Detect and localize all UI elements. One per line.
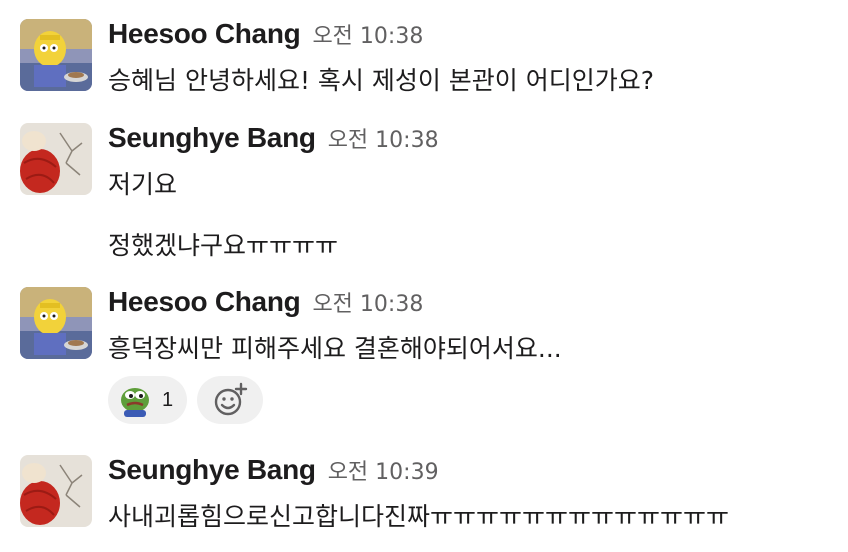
message-text: 정했겠냐구요ㅠㅠㅠㅠ bbox=[108, 231, 339, 260]
avatar-heesoo-chang[interactable] bbox=[20, 19, 92, 91]
author-name[interactable]: Heesoo Chang bbox=[108, 286, 301, 317]
cartoon-kid-avatar-icon bbox=[20, 19, 92, 91]
timestamp[interactable]: 오전 10:38 bbox=[312, 292, 423, 317]
message-header: Seunghye Bang 오전 10:38 bbox=[108, 122, 439, 154]
avatar-heesoo-chang[interactable] bbox=[20, 287, 92, 359]
timestamp[interactable]: 오전 10:38 bbox=[312, 24, 423, 49]
message-header: Heesoo Chang 오전 10:38 bbox=[108, 286, 423, 318]
cartoon-kid-avatar-icon bbox=[20, 287, 92, 359]
message-text: 승혜님 안녕하세요! 혹시 제성이 본관이 어디인가요? bbox=[108, 66, 655, 95]
add-reaction-icon bbox=[214, 382, 248, 416]
reaction-count: 1 bbox=[162, 388, 174, 411]
reaction-pill[interactable]: 1 bbox=[108, 376, 188, 424]
pepe-frog-icon bbox=[121, 388, 149, 417]
author-name[interactable]: Seunghye Bang bbox=[108, 122, 316, 153]
message-text: 저기요 bbox=[108, 170, 178, 199]
message-text: 흥덕장씨만 피해주세요 결혼해야되어서요... bbox=[108, 334, 562, 363]
add-reaction-button[interactable] bbox=[197, 376, 264, 424]
red-yarn-avatar-icon bbox=[20, 455, 92, 527]
author-name[interactable]: Seunghye Bang bbox=[108, 454, 316, 485]
message-text: 사내괴롭힘으로신고합니다진짜ㅠㅠㅠㅠㅠㅠㅠㅠㅠㅠㅠㅠㅠ bbox=[108, 502, 730, 531]
reaction-bar: 1 bbox=[108, 376, 264, 424]
message-header: Heesoo Chang 오전 10:38 bbox=[108, 18, 423, 50]
timestamp[interactable]: 오전 10:38 bbox=[328, 128, 439, 153]
message-header: Seunghye Bang 오전 10:39 bbox=[108, 454, 439, 486]
author-name[interactable]: Heesoo Chang bbox=[108, 18, 301, 49]
avatar-seunghye-bang[interactable] bbox=[20, 123, 92, 195]
timestamp[interactable]: 오전 10:39 bbox=[328, 460, 439, 485]
avatar-seunghye-bang[interactable] bbox=[20, 455, 92, 527]
red-yarn-avatar-icon bbox=[20, 123, 92, 195]
